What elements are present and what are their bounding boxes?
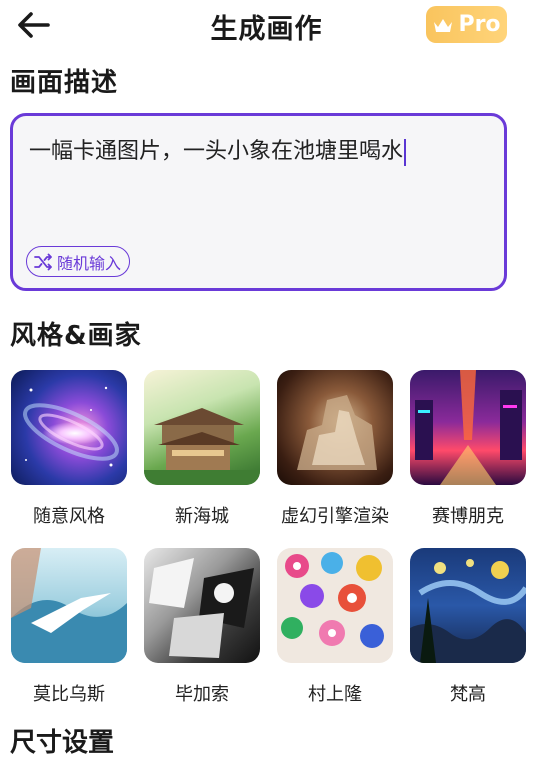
ruins-illustration <box>297 395 377 470</box>
style-label: 毕加索 <box>175 684 229 705</box>
description-section-title: 画面描述 <box>10 68 119 98</box>
style-label: 新海城 <box>175 506 229 527</box>
shinkai-thumbnail <box>144 370 260 485</box>
galaxy-stars <box>23 386 119 467</box>
size-section-title: 尺寸设置 <box>10 728 115 758</box>
description-text-wrap: 一幅卡通图片，一头小象在池塘里喝水 <box>29 133 407 166</box>
bird-illustration <box>11 548 127 663</box>
top-bar: 生成画作 Pro <box>0 0 533 50</box>
description-text: 一幅卡通图片，一头小象在池塘里喝水 <box>29 139 404 164</box>
random-input-label: 随机输入 <box>57 253 122 273</box>
style-label: 赛博朋克 <box>432 506 504 527</box>
style-label: 梵高 <box>450 684 486 705</box>
crown-icon <box>434 18 453 32</box>
unreal-thumbnail <box>277 370 393 485</box>
style-card-unreal[interactable]: 虚幻引擎渲染 <box>277 370 393 528</box>
text-caret <box>404 138 407 166</box>
city-illustration <box>415 370 522 485</box>
starry-night-illustration <box>410 559 526 663</box>
flowers-illustration <box>281 552 384 648</box>
style-card-random[interactable]: 随意风格 <box>11 370 127 528</box>
style-label: 莫比乌斯 <box>33 684 105 705</box>
style-label: 随意风格 <box>33 506 105 527</box>
random-input-button[interactable]: 随机输入 <box>26 246 131 277</box>
moebius-thumbnail <box>11 548 127 663</box>
style-card-moebius[interactable]: 莫比乌斯 <box>11 548 127 706</box>
style-section-title: 风格&画家 <box>10 321 142 351</box>
cyberpunk-thumbnail <box>410 370 526 485</box>
style-card-vangogh[interactable]: 梵高 <box>410 548 526 706</box>
vangogh-thumbnail <box>410 548 526 663</box>
shuffle-icon <box>34 253 52 270</box>
pro-button[interactable]: Pro <box>426 6 507 43</box>
picasso-thumbnail <box>144 548 260 663</box>
style-card-picasso[interactable]: 毕加索 <box>144 548 260 706</box>
style-label: 村上隆 <box>308 684 362 705</box>
style-card-murakami[interactable]: 村上隆 <box>277 548 393 706</box>
building-illustration <box>144 408 260 485</box>
description-input[interactable]: 一幅卡通图片，一头小象在池塘里喝水 随机输入 <box>10 113 507 291</box>
style-label: 虚幻引擎渲染 <box>281 506 389 527</box>
style-card-shinkai[interactable]: 新海城 <box>144 370 260 528</box>
pro-label: Pro <box>458 12 501 37</box>
guernica-illustration <box>149 558 254 658</box>
galaxy-thumbnail <box>11 370 127 485</box>
murakami-thumbnail <box>277 548 393 663</box>
style-card-cyberpunk[interactable]: 赛博朋克 <box>410 370 526 528</box>
